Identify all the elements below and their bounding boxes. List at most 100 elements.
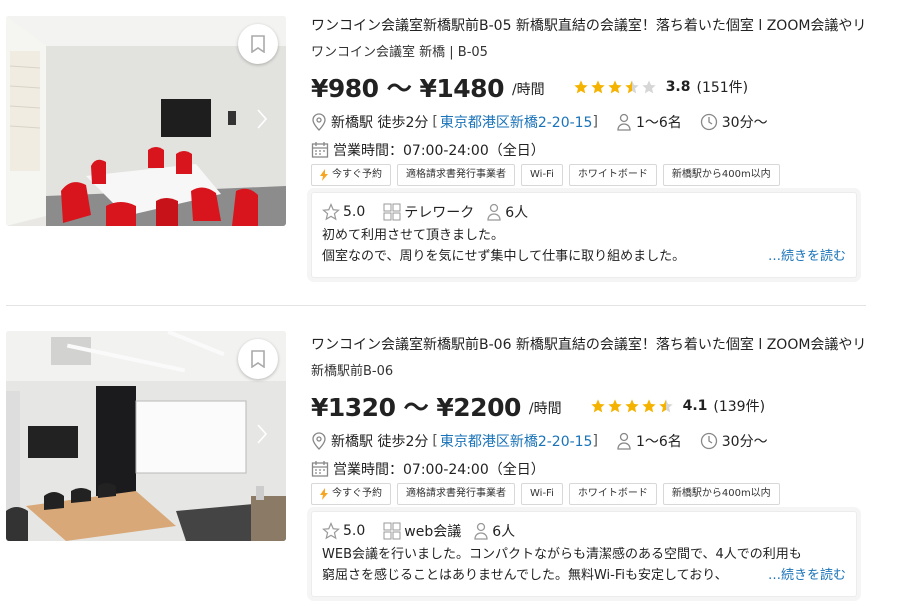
hours-row: 営業時間：07:00-24:00（全日） (311, 457, 892, 481)
rating-stars (573, 79, 657, 95)
price-row: ¥1320 〜 ¥2200 /時間 4.1 (139件) (311, 389, 892, 423)
review-people: 6人 (505, 205, 529, 221)
review-header: 5.0 web会議 6人 (322, 520, 846, 542)
tag-wifi: Wi-Fi (521, 164, 563, 186)
listing-info: ワンコイン会議室新橋駅前B-06 新橋駅直結の会議室！落ち着いた個室 l ZOO… (311, 335, 892, 597)
location-pin-icon (312, 113, 326, 131)
listing-card[interactable]: ワンコイン会議室新橋駅前B-05 新橋駅直結の会議室！落ち着いた個室 l ZOO… (0, 0, 902, 306)
tag-distance: 新橋駅から400m以内 (662, 483, 780, 505)
review-header: 5.0 テレワーク 6人 (322, 201, 846, 223)
tag-list: 今すぐ予約 適格請求書発行事業者 Wi-Fi ホワイトボード 新橋駅から400m… (311, 164, 892, 186)
min-time: 30分〜 (721, 434, 768, 450)
bookmark-icon (251, 350, 265, 368)
tag-invoice: 適格請求書発行事業者 (397, 483, 515, 505)
tag-instant-booking: 今すぐ予約 (311, 164, 391, 186)
access-row: 新橋駅 徒歩2分 [東京都港区新橋2-20-15] 1〜6名 30分〜 (311, 110, 892, 134)
grid-icon (383, 522, 401, 540)
min-time: 30分〜 (721, 115, 768, 131)
capacity: 1〜6名 (635, 115, 682, 131)
room-photo[interactable] (6, 16, 286, 226)
location-pin-icon (312, 432, 326, 450)
next-photo-button[interactable] (252, 419, 272, 449)
star-icon (590, 399, 605, 413)
review-line: 個室なので、周りを気にせず集中して仕事に取り組めました。 (322, 249, 686, 264)
rating-stars (590, 398, 674, 414)
star-half-icon (658, 399, 673, 413)
read-more-link[interactable]: …続きを読む (763, 565, 846, 586)
tag-wifi: Wi-Fi (521, 483, 563, 505)
star-icon (608, 80, 622, 94)
price-unit: /時間 (528, 401, 562, 417)
price-unit: /時間 (511, 82, 545, 98)
address-link[interactable]: 東京都港区新橋2-20-15 (440, 431, 593, 451)
review-purpose: web会議 (404, 524, 462, 540)
favorite-button[interactable] (238, 339, 278, 379)
listing-card[interactable]: ワンコイン会議室新橋駅前B-06 新橋駅直結の会議室！落ち着いた個室 l ZOO… (0, 315, 902, 615)
person-icon (487, 203, 501, 221)
listing-title[interactable]: ワンコイン会議室新橋駅前B-06 新橋駅直結の会議室！落ち着いた個室 l ZOO… (311, 335, 867, 355)
address-link[interactable]: 東京都港区新橋2-20-15 (440, 112, 593, 132)
review-line: 初めて利用させて頂きました。 (322, 228, 505, 243)
next-photo-button[interactable] (252, 104, 272, 134)
star-icon (591, 80, 605, 94)
star-icon (574, 80, 588, 94)
review-people: 6人 (492, 524, 516, 540)
price-row: ¥980 〜 ¥1480 /時間 3.8 (151件) (311, 70, 892, 104)
lightning-icon (320, 169, 328, 181)
person-icon (474, 522, 488, 540)
price: ¥1320 〜 ¥2200 (311, 393, 521, 422)
business-hours: 営業時間：07:00-24:00（全日） (333, 462, 545, 478)
review-count[interactable]: (151件) (697, 77, 749, 97)
tag-whiteboard: ホワイトボード (568, 483, 657, 505)
person-icon (617, 432, 631, 450)
price: ¥980 〜 ¥1480 (311, 74, 504, 103)
chevron-right-icon (257, 424, 267, 444)
tag-distance: 新橋駅から400m以内 (662, 164, 780, 186)
review-score: 5.0 (343, 204, 366, 220)
star-icon (624, 399, 639, 413)
review-snippet: 5.0 web会議 6人 WEB会議を行いました。コンパクトながらも清潔感のある… (311, 511, 857, 597)
listing-subtitle: 新橋駅前B-06 (311, 364, 394, 379)
tag-invoice: 適格請求書発行事業者 (397, 164, 515, 186)
read-more-link[interactable]: …続きを読む (763, 246, 846, 267)
tag-list: 今すぐ予約 適格請求書発行事業者 Wi-Fi ホワイトボード 新橋駅から400m… (311, 483, 892, 505)
business-hours: 営業時間：07:00-24:00（全日） (333, 143, 545, 159)
rating-value: 4.1 (682, 398, 708, 414)
star-outline-icon (322, 203, 340, 221)
listing-title[interactable]: ワンコイン会議室新橋駅前B-05 新橋駅直結の会議室！落ち着いた個室 l ZOO… (311, 16, 867, 36)
review-snippet: 5.0 テレワーク 6人 初めて利用させて頂きました。 個室なので、周りを気にせ… (311, 192, 857, 278)
room-photo[interactable] (6, 331, 286, 541)
star-half-icon (625, 80, 639, 94)
rating-value: 3.8 (665, 79, 691, 95)
bookmark-icon (251, 35, 265, 53)
station-access: 新橋駅 徒歩2分 (331, 115, 429, 131)
lightning-icon (320, 488, 328, 500)
review-line: 窮屈さを感じることはありませんでした。無料Wi-Fiも安定しており、 (322, 568, 728, 583)
clock-icon (700, 432, 717, 450)
tag-whiteboard: ホワイトボード (568, 164, 657, 186)
calendar-icon (311, 461, 329, 477)
tag-instant-booking: 今すぐ予約 (311, 483, 391, 505)
person-icon (617, 113, 631, 131)
grid-icon (383, 203, 401, 221)
favorite-button[interactable] (238, 24, 278, 64)
review-text: WEB会議を行いました。コンパクトながらも清潔感のある空間で、4人での利用も 窮… (322, 544, 846, 586)
review-count[interactable]: (139件) (713, 396, 765, 416)
star-empty-icon (642, 80, 656, 94)
station-access: 新橋駅 徒歩2分 (331, 434, 429, 450)
star-icon (641, 399, 656, 413)
review-score: 5.0 (343, 523, 366, 539)
hours-row: 営業時間：07:00-24:00（全日） (311, 138, 892, 162)
capacity: 1〜6名 (635, 434, 682, 450)
listing-info: ワンコイン会議室新橋駅前B-05 新橋駅直結の会議室！落ち着いた個室 l ZOO… (311, 16, 892, 278)
divider (6, 305, 866, 306)
access-row: 新橋駅 徒歩2分 [東京都港区新橋2-20-15] 1〜6名 30分〜 (311, 429, 892, 453)
chevron-right-icon (257, 109, 267, 129)
review-purpose: テレワーク (404, 205, 475, 221)
clock-icon (700, 113, 717, 131)
star-icon (607, 399, 622, 413)
review-text: 初めて利用させて頂きました。 個室なので、周りを気にせず集中して仕事に取り組めま… (322, 225, 846, 267)
listing-subtitle: ワンコイン会議室 新橋 | B-05 (311, 45, 488, 60)
star-outline-icon (322, 522, 340, 540)
calendar-icon (311, 142, 329, 158)
